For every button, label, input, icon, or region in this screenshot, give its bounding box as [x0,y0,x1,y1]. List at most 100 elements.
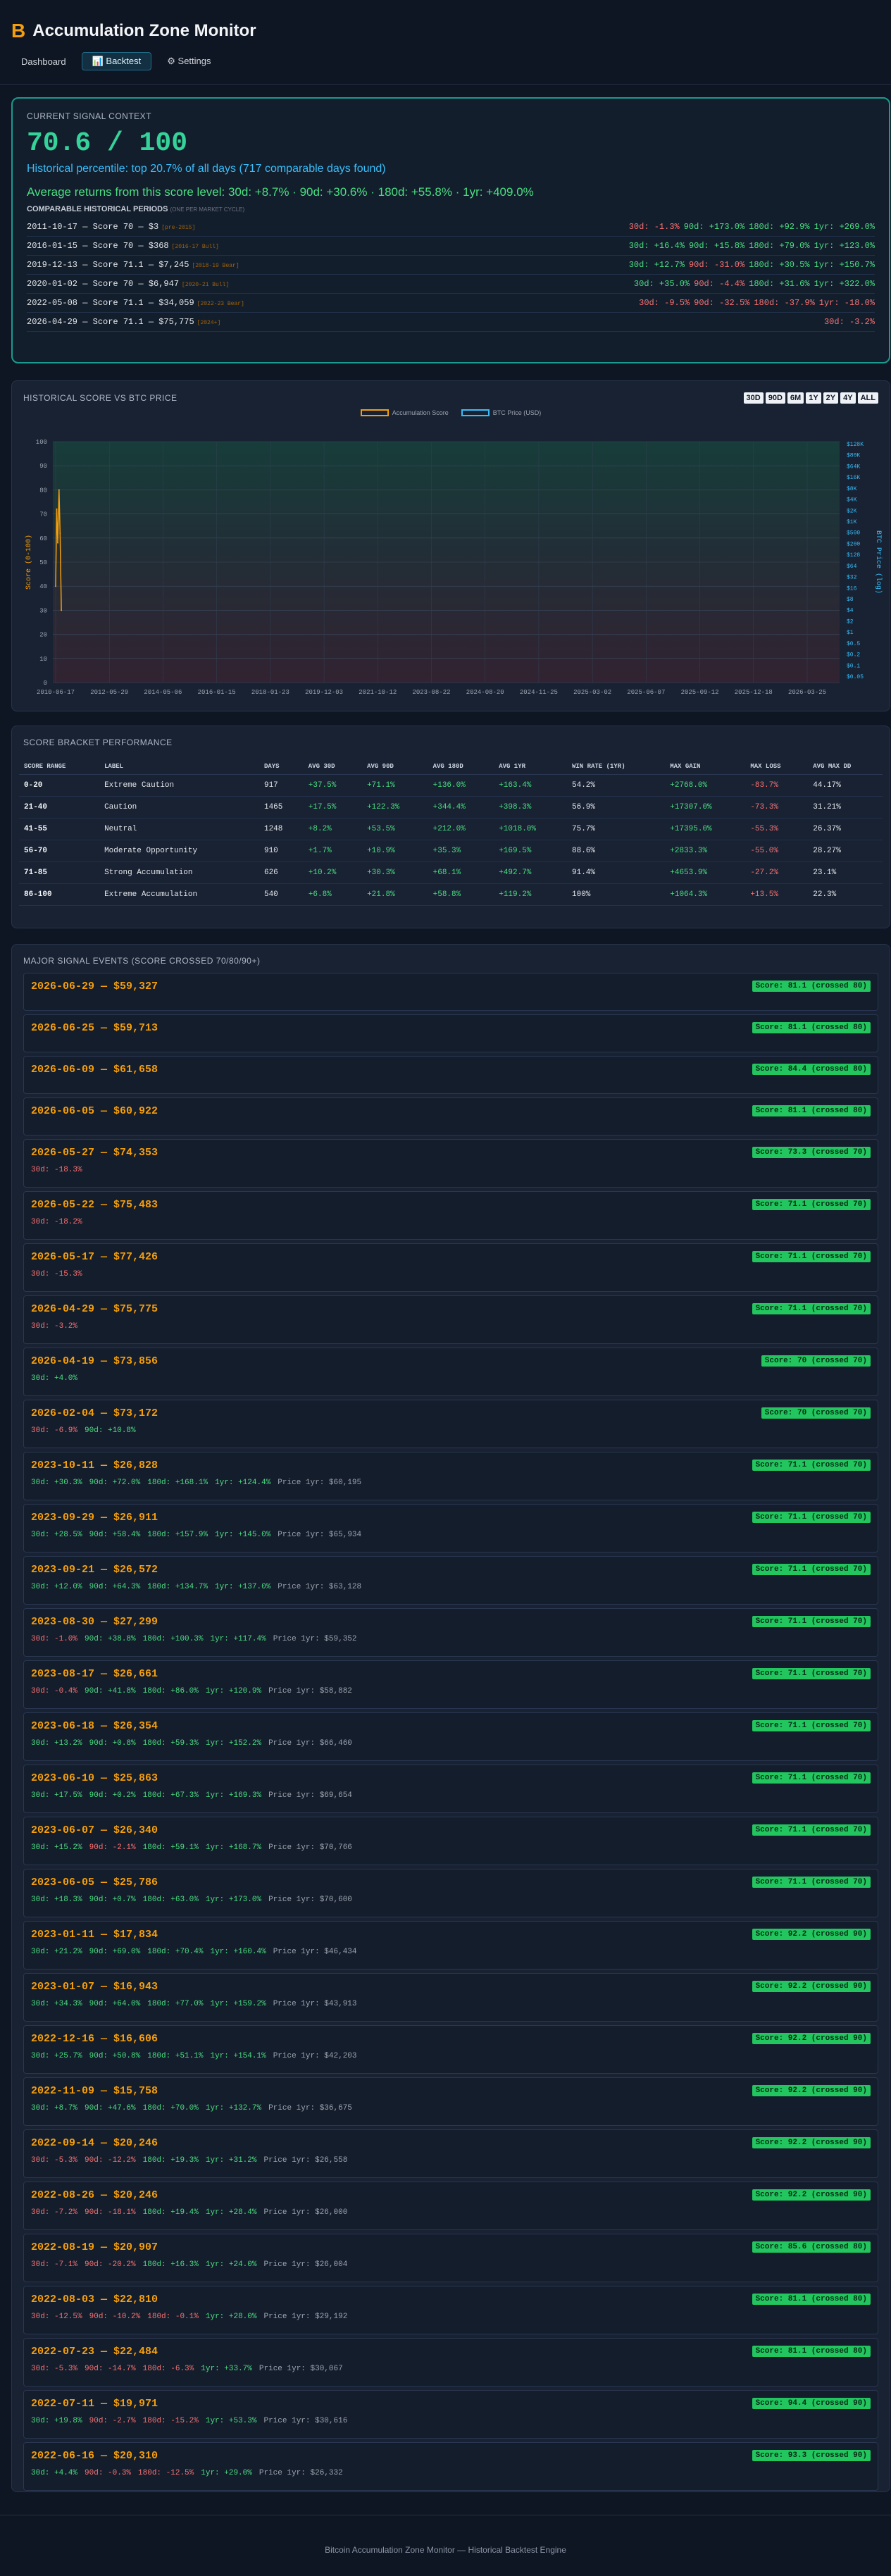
event-return: 90d: -10.2% [89,2313,141,2321]
bracket-cell: +8.2% [303,818,363,840]
bracket-cell: 100% [567,883,666,906]
event-return: 1yr: +173.0% [205,1896,262,1904]
signal-section-label: CURRENT SIGNAL CONTEXT [27,111,152,121]
range-button-4y[interactable]: 4Y [840,392,856,404]
score-price-chart[interactable]: 0 10 20 30 40 50 60 70 80 90 100 2010-06-17 2012-05-… [12,423,891,705]
signal-event-card[interactable]: 2022-07-11 — $19,971 Score: 94.4 (crossed… [23,2390,878,2439]
signal-event-card[interactable]: 2023-08-17 — $26,661 Score: 71.1 (crossed… [23,1660,878,1709]
bracket-cell: +122.3% [362,796,428,819]
signal-event-card[interactable]: 2023-08-30 — $27,299 Score: 71.1 (crossed… [23,1608,878,1657]
signal-event-card[interactable]: 2026-04-19 — $73,856 Score: 70 (crossed 7… [23,1348,878,1396]
nav-item-2[interactable]: ⚙ Settings [157,52,220,70]
range-selector: 30D 90D 6M 1Y 2Y 4Y ALL [743,392,878,404]
period-returns: 30d: -1.3% 90d: +173.0% 180d: +92.9% 1yr: +… [625,222,875,232]
score-bracket-panel: SCORE BRACKET PERFORMANCE SCORE RANGE LAB… [11,726,890,928]
bracket-cell: 44.17% [808,774,883,797]
y2-tick-label: $128K [847,442,864,448]
signal-event-card[interactable]: 2023-09-21 — $26,572 Score: 71.1 (crossed… [23,1556,878,1605]
signal-event-card[interactable]: 2022-09-14 — $20,246 Score: 92.2 (crossed… [23,2129,878,2178]
event-return: 180d: +16.3% [142,2260,199,2269]
event-score-badge: Score: 71.1 (crossed 70) [752,1460,871,1471]
event-returns: 30d: -0.4% 90d: +41.8% 180d: +86.0% 1yr: +1… [31,1687,871,1695]
signal-event-card[interactable]: 2023-01-07 — $16,943 Score: 92.2 (crossed… [23,1973,878,2022]
event-return: 1yr: +137.0% [215,1583,271,1591]
bracket-column-header: LABEL [99,759,259,775]
event-return: 1yr: +145.0% [215,1531,271,1539]
bracket-row: 0-20 Extreme Caution 917 +37.5% +71.1% +136.0… [19,774,883,797]
signal-event-card[interactable]: 2026-06-29 — $59,327 Score: 81.1 (crossed… [23,973,878,1011]
bracket-cell: +37.5% [303,774,363,797]
range-button-2y[interactable]: 2Y [823,392,839,404]
period-text: 2020-01-02 — Score 70 — $6,947 [27,279,180,289]
event-score-badge: Score: 92.2 (crossed 90) [752,1929,871,1940]
event-score-badge: Score: 94.4 (crossed 90) [752,2398,871,2409]
signal-event-card[interactable]: 2026-06-09 — $61,658 Score: 84.4 (crossed… [23,1056,878,1094]
bracket-cell: 22.3% [808,883,883,906]
signal-event-card[interactable]: 2022-06-16 — $20,310 Score: 93.3 (crossed… [23,2442,878,2491]
signal-event-card[interactable]: 2023-06-18 — $26,354 Score: 71.1 (crossed… [23,1712,878,1761]
bracket-column-header: AVG 1YR [494,759,567,775]
score-point [58,489,60,491]
signal-event-card[interactable]: 2026-05-27 — $74,353 Score: 73.3 (crossed… [23,1139,878,1188]
event-return: 180d: +134.7% [147,1583,208,1591]
bracket-header-row: SCORE RANGE LABEL DAYS AVG 30D AVG 90D AVG 18… [19,759,883,775]
signal-event-card[interactable]: 2026-06-05 — $60,922 Score: 81.1 (crossed… [23,1097,878,1135]
signal-event-card[interactable]: 2023-06-07 — $26,340 Score: 71.1 (crossed… [23,1817,878,1865]
bracket-cell: 75.7% [567,818,666,840]
event-return: 180d: +70.4% [147,1948,204,1956]
nav-item-1[interactable]: 📊 Backtest [81,52,152,70]
event-returns: 30d: +13.2% 90d: +0.8% 180d: +59.3% 1yr: +1… [31,1739,871,1748]
event-return: 1yr: +168.7% [205,1843,262,1852]
event-return: 90d: +50.8% [89,2052,141,2060]
event-return: 1yr: +24.0% [205,2260,257,2269]
bitcoin-icon: B [11,20,26,42]
range-button-all[interactable]: ALL [857,392,878,404]
range-button-6m[interactable]: 6M [787,392,804,404]
event-score-badge: Score: 92.2 (crossed 90) [752,2189,871,2201]
event-score-badge: Score: 71.1 (crossed 70) [752,1877,871,1888]
event-return: 90d: -0.3% [85,2469,132,2477]
signal-event-card[interactable]: 2026-06-25 — $59,713 Score: 81.1 (crossed… [23,1014,878,1052]
signal-event-card[interactable]: 2026-02-04 — $73,172 Score: 70 (crossed 7… [23,1400,878,1448]
event-return: Price 1yr: $43,913 [273,2000,357,2008]
event-title: 2023-08-30 — $27,299 [31,1616,158,1628]
signal-event-card[interactable]: 2022-11-09 — $15,758 Score: 92.2 (crossed… [23,2077,878,2126]
signal-event-card[interactable]: 2022-08-19 — $20,907 Score: 85.6 (crossed… [23,2234,878,2282]
event-score-badge: Score: 70 (crossed 70) [761,1355,871,1367]
signal-event-card[interactable]: 2023-10-11 — $26,828 Score: 71.1 (crossed… [23,1452,878,1500]
signal-event-card[interactable]: 2026-05-17 — $77,426 Score: 71.1 (crossed… [23,1243,878,1292]
period-text: 2011-10-17 — Score 70 — $3 [27,222,159,232]
signal-event-card[interactable]: 2023-06-10 — $25,863 Score: 71.1 (crossed… [23,1765,878,1813]
event-returns: 30d: +4.4% 90d: -0.3% 180d: -12.5% 1yr: +29… [31,2469,871,2477]
signal-event-card[interactable]: 2022-12-16 — $16,606 Score: 92.2 (crossed… [23,2025,878,2074]
signal-event-card[interactable]: 2026-05-22 — $75,483 Score: 71.1 (crossed… [23,1191,878,1240]
signal-event-card[interactable]: 2022-08-26 — $20,246 Score: 92.2 (crossed… [23,2182,878,2230]
signal-event-card[interactable]: 2023-09-29 — $26,911 Score: 71.1 (crossed… [23,1504,878,1553]
signal-event-card[interactable]: 2022-07-23 — $22,484 Score: 81.1 (crossed… [23,2338,878,2387]
bracket-column-header: SCORE RANGE [19,759,100,775]
event-return: 180d: -0.1% [147,2313,199,2321]
event-score-badge: Score: 85.6 (crossed 80) [752,2241,871,2253]
event-score-badge: Score: 92.2 (crossed 90) [752,2033,871,2044]
score-vs-price-chart-panel: HISTORICAL SCORE VS BTC PRICE 30D 90D 6M 1Y… [11,380,890,711]
event-return: 30d: -18.2% [31,1218,82,1226]
signal-event-card[interactable]: 2026-04-29 — $75,775 Score: 71.1 (crossed… [23,1295,878,1344]
nav-item-0[interactable]: Dashboard [11,52,76,70]
event-return: Price 1yr: $69,654 [268,1791,352,1800]
event-score-badge: Score: 92.2 (crossed 90) [752,2085,871,2096]
signal-event-card[interactable]: 2023-01-11 — $17,834 Score: 92.2 (crossed… [23,1921,878,1970]
event-return: 30d: +25.7% [31,2052,82,2060]
range-button-1y[interactable]: 1Y [806,392,821,404]
main-nav: Dashboard 📊 Backtest ⚙ Settings [11,52,876,70]
event-return: 90d: -14.7% [85,2365,136,2373]
signal-event-card[interactable]: 2023-06-05 — $25,786 Score: 71.1 (crossed… [23,1869,878,1917]
event-returns: 30d: -1.0% 90d: +38.8% 180d: +100.3% 1yr: +… [31,1635,871,1643]
period-return: 30d: -9.5% [639,298,690,308]
bracket-cell: +119.2% [494,883,567,906]
event-title: 2023-06-18 — $26,354 [31,1720,158,1732]
event-score-badge: Score: 73.3 (crossed 70) [752,1147,871,1158]
signal-event-card[interactable]: 2022-08-03 — $22,810 Score: 81.1 (crossed… [23,2286,878,2334]
event-return: Price 1yr: $26,332 [258,2469,343,2477]
range-button-30d[interactable]: 30D [743,392,764,404]
range-button-90d[interactable]: 90D [765,392,785,404]
